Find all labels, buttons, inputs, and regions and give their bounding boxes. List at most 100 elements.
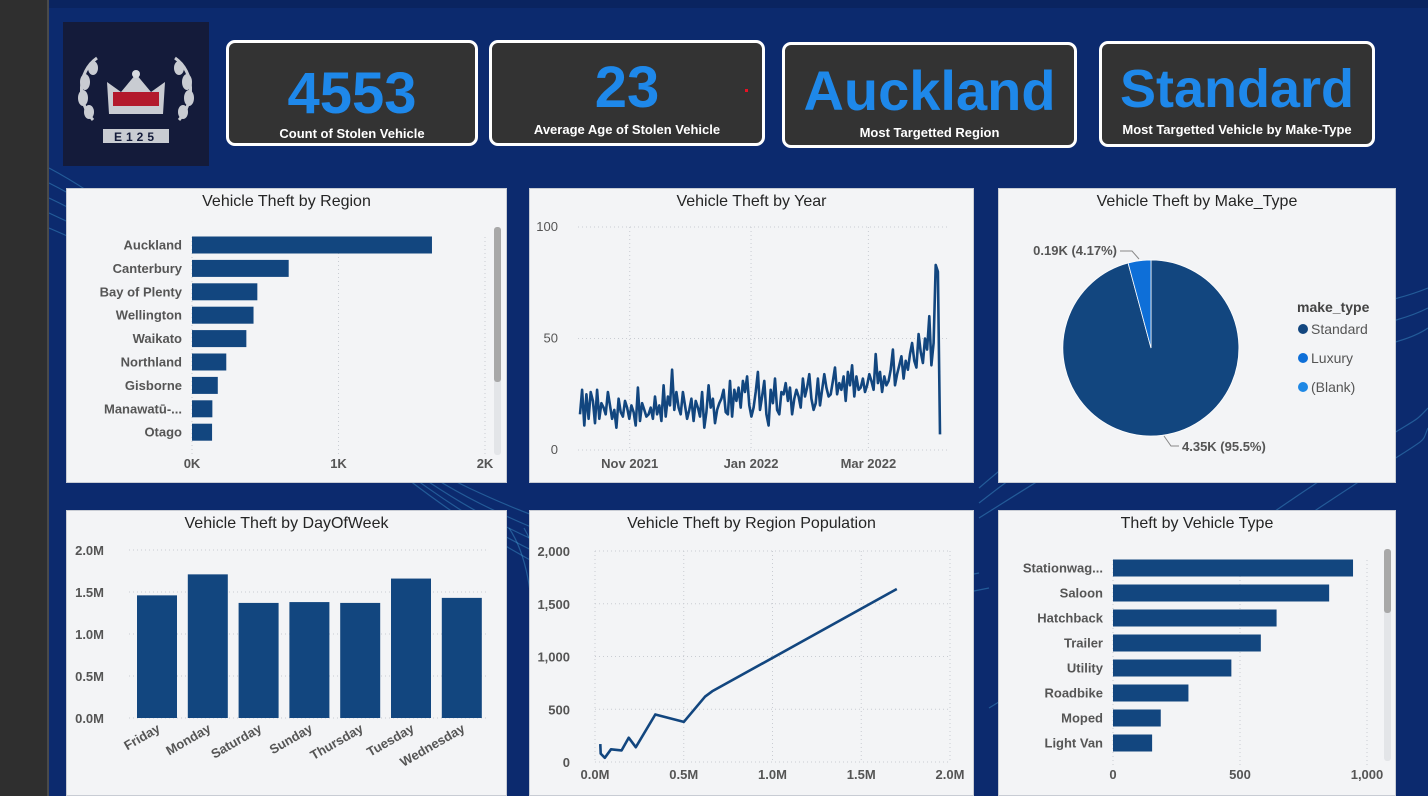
kpi-card-make-type: Standard Most Targetted Vehicle by Make-…	[1099, 41, 1375, 147]
x-tick-label: 1.5M	[847, 767, 876, 782]
y-tick-label: 1,000	[537, 650, 570, 665]
x-tick-label: Saturday	[208, 720, 264, 761]
category-label: Manawatū-...	[104, 401, 182, 416]
category-label: Bay of Plenty	[100, 284, 183, 299]
x-tick-label: Nov 2021	[601, 456, 658, 471]
top-strip	[49, 0, 1428, 8]
y-tick-label: 100	[536, 219, 558, 234]
category-label: Light Van	[1045, 736, 1104, 751]
x-tick-label: Mar 2022	[841, 456, 897, 471]
chart-year[interactable]: Vehicle Theft by Year 0 50 100 Nov 2021 Jan …	[529, 188, 974, 483]
crest-logo: E125	[63, 22, 209, 166]
bar	[441, 597, 482, 718]
category-label: Moped	[1061, 711, 1103, 726]
kpi-value: 4553	[287, 61, 417, 126]
category-label: Saloon	[1060, 586, 1103, 601]
category-label: Wellington	[116, 308, 182, 323]
bar	[192, 259, 289, 277]
bar	[137, 595, 177, 718]
series-line	[599, 587, 898, 760]
bar	[1113, 659, 1232, 677]
y-tick-label: 0	[551, 442, 558, 457]
category-label: Utility	[1067, 661, 1104, 676]
bar	[1113, 684, 1189, 702]
data-label: 4.35K (95.5%)	[1182, 439, 1266, 454]
x-tick-label: 0.5M	[669, 767, 698, 782]
indicator-dot	[745, 89, 748, 92]
bar	[340, 602, 381, 718]
category-label: Canterbury	[113, 261, 183, 276]
category-label: Stationwag...	[1023, 561, 1103, 576]
y-tick-label: 0.0M	[75, 711, 104, 726]
legend-marker	[1298, 353, 1308, 363]
bar	[1113, 634, 1261, 652]
x-tick-label: 0K	[184, 456, 201, 471]
kpi-card-average-age: 23 Average Age of Stolen Vehicle	[489, 40, 765, 146]
kpi-value: 23	[594, 55, 660, 120]
category-label: Roadbike	[1044, 686, 1103, 701]
scrollbar-thumb	[494, 227, 501, 382]
x-tick-label: 1K	[330, 456, 347, 471]
bar	[1113, 734, 1153, 752]
kpi-card-count: 4553 Count of Stolen Vehicle	[226, 40, 478, 146]
bar	[238, 602, 279, 718]
bar	[1113, 609, 1277, 627]
bar	[1113, 584, 1330, 602]
category-label: Hatchback	[1037, 611, 1104, 626]
scrollbar-thumb	[1384, 549, 1391, 613]
crown-emblem-icon: E125	[78, 56, 194, 144]
bar	[391, 578, 431, 718]
legend-label: Standard	[1311, 321, 1368, 337]
category-label: Waikato	[133, 331, 182, 346]
label-leader	[1120, 250, 1140, 260]
chart-region[interactable]: Vehicle Theft by Region 0K 1K 2K Auckland Ca…	[66, 188, 507, 483]
series-line	[578, 263, 942, 435]
legend-marker	[1298, 382, 1308, 392]
x-tick-label: 500	[1229, 767, 1251, 782]
bar	[192, 423, 213, 441]
bar	[192, 306, 254, 324]
category-label: Gisborne	[125, 378, 182, 393]
kpi-value: Standard	[1119, 59, 1355, 119]
region-population-line-chart: 0 500 1,000 1,500 2,000 0.0M 0.5M 1.0M 1.5M 2.0M	[537, 544, 965, 782]
bar	[192, 236, 432, 254]
bar	[192, 283, 258, 301]
chart-vehicle-type[interactable]: Theft by Vehicle Type 0 500 1,000 Stationwa…	[998, 510, 1396, 796]
day-of-week-bar-chart: 0.0M 0.5M 1.0M 1.5M 2.0M Friday MondaySaturday…	[75, 543, 487, 770]
make-type-pie-chart: 0.19K (4.17%) 4.35K (95.5%) make_type Stand…	[1033, 243, 1369, 454]
bar	[1113, 559, 1354, 577]
bar	[192, 400, 213, 418]
chart-make-type[interactable]: Vehicle Theft by Make_Type 0.19K (4.17%)…	[998, 188, 1396, 483]
vehicle-type-bar-chart: 0 500 1,000 Stationwag... Saloon Hatchback Tra…	[1023, 549, 1391, 782]
kpi-card-region: Auckland Most Targetted Region	[782, 42, 1077, 148]
chart-day-of-week[interactable]: Vehicle Theft by DayOfWeek 0.0M 0.5M 1.0M 1…	[66, 510, 507, 796]
x-tick-label: Monday	[163, 720, 214, 758]
legend-marker	[1298, 324, 1308, 334]
bar	[187, 574, 228, 718]
kpi-label: Most Targetted Vehicle by Make-Type	[1122, 122, 1352, 137]
kpi-label: Count of Stolen Vehicle	[279, 126, 425, 141]
bar	[192, 330, 247, 348]
y-tick-label: 0	[563, 755, 570, 770]
bar	[1113, 709, 1161, 727]
left-rail	[0, 0, 49, 796]
category-label: Trailer	[1064, 636, 1103, 651]
bar	[289, 602, 330, 718]
category-label: Otago	[144, 425, 182, 440]
chart-region-population[interactable]: Vehicle Theft by Region Population 0 500 1…	[529, 510, 974, 796]
y-tick-label: 2.0M	[75, 543, 104, 558]
x-tick-label: 0	[1109, 767, 1116, 782]
y-tick-label: 50	[544, 331, 558, 346]
x-tick-label: 2.0M	[936, 767, 965, 782]
bar	[192, 376, 218, 394]
x-tick-label: 1,000	[1351, 767, 1384, 782]
x-tick-label: Thursday	[308, 720, 367, 763]
kpi-label: Most Targetted Region	[859, 125, 1000, 140]
legend-label: Luxury	[1311, 350, 1353, 366]
kpi-label: Average Age of Stolen Vehicle	[533, 122, 721, 137]
bar	[192, 353, 227, 371]
region-bar-chart: 0K 1K 2K Auckland Canterbury Bay of Plenty Wel…	[100, 227, 501, 471]
label-leader	[1163, 435, 1179, 447]
category-label: Auckland	[123, 238, 182, 253]
legend-label: (Blank)	[1311, 379, 1355, 395]
